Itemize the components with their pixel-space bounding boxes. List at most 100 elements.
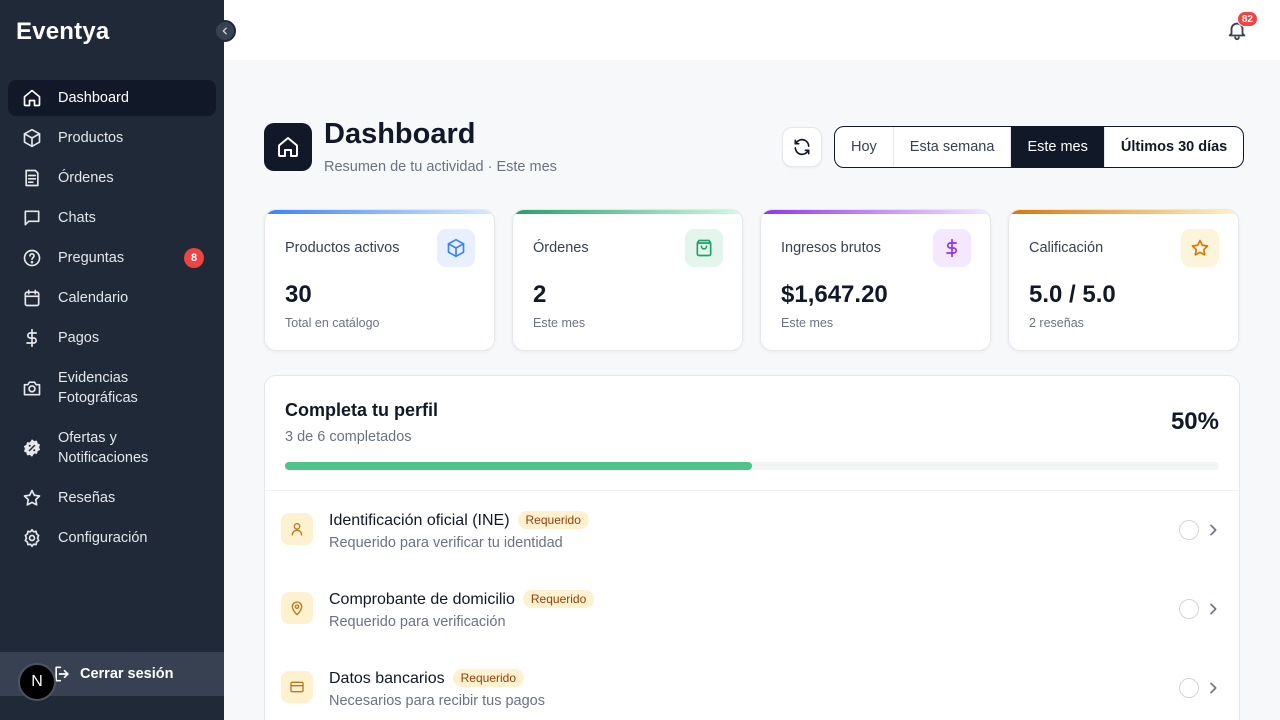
sidebar-item-productos[interactable]: Productos (8, 120, 216, 156)
box-icon (437, 229, 475, 267)
stat-value: 2 (533, 281, 547, 308)
task-title-row: Datos bancarios Requerido (329, 669, 524, 688)
chevron-right-icon (1205, 522, 1221, 538)
chevron-left-icon (222, 27, 227, 35)
chevron-right-icon (1205, 601, 1221, 617)
card-accent-bar (761, 210, 990, 214)
task-description: Requerido para verificación (329, 614, 506, 630)
range-hoy[interactable]: Hoy (835, 127, 894, 167)
stat-label: Ingresos brutos (781, 240, 881, 256)
credit-card-icon (281, 671, 313, 703)
date-range-selector: Hoy Esta semana Este mes Últimos 30 días (834, 126, 1245, 168)
sidebar-item-preguntas[interactable]: Preguntas 8 (8, 240, 216, 276)
required-badge: Requerido (517, 511, 589, 529)
sidebar-item-ofertas[interactable]: Ofertas y Notificaciones (8, 420, 216, 476)
task-title: Identificación oficial (INE) (329, 512, 510, 529)
card-accent-bar (1009, 210, 1238, 214)
stat-label: Órdenes (533, 240, 589, 256)
stat-card-ingresos: Ingresos brutos $1,647.20 Este mes (760, 209, 991, 351)
refresh-button[interactable] (782, 127, 822, 167)
stat-sub: Total en catálogo (285, 316, 380, 330)
sidebar-item-label: Calendario (58, 290, 129, 306)
sidebar-item-chats[interactable]: Chats (8, 200, 216, 236)
dollar-icon (22, 328, 42, 348)
task-domicilio[interactable]: Comprobante de domicilio Requerido Requer… (265, 570, 1239, 649)
range-este-mes[interactable]: Este mes (1011, 127, 1105, 167)
stat-value: $1,647.20 (781, 281, 888, 308)
stat-value: 5.0 / 5.0 (1029, 281, 1116, 308)
map-pin-icon (281, 592, 313, 624)
profile-percent: 50% (1170, 408, 1219, 435)
sidebar-item-label: Pagos (58, 330, 100, 346)
sidebar-item-evidencias[interactable]: Evidencias Fotográficas (8, 360, 216, 416)
page-subtitle: Resumen de tu actividad · Este mes (324, 159, 557, 175)
home-icon (22, 88, 42, 108)
sidebar-item-label: Preguntas (58, 250, 125, 266)
receipt-icon (22, 168, 42, 188)
help-circle-icon (22, 248, 42, 268)
card-accent-bar (265, 210, 494, 214)
sidebar-item-label: Reseñas (58, 490, 116, 506)
sidebar-item-label: Dashboard (58, 90, 129, 106)
home-icon (278, 137, 298, 157)
stat-sub: Este mes (781, 316, 834, 330)
calendar-icon (22, 288, 42, 308)
avatar[interactable]: N (18, 663, 56, 701)
task-status-circle (1179, 599, 1199, 619)
stat-value: 30 (285, 281, 312, 308)
task-title-row: Comprobante de domicilio Requerido (329, 590, 595, 609)
chevron-right-icon (1205, 680, 1221, 696)
sidebar-item-configuracion[interactable]: Configuración (8, 520, 216, 556)
settings-icon (22, 528, 42, 548)
task-title: Datos bancarios (329, 670, 445, 687)
stat-label: Productos activos (285, 240, 400, 256)
sidebar-item-ordenes[interactable]: Órdenes (8, 160, 216, 196)
page-title: Dashboard (324, 118, 476, 150)
sidebar-item-calendario[interactable]: Calendario (8, 280, 216, 316)
box-icon (22, 128, 42, 148)
star-icon (1181, 229, 1219, 267)
camera-icon (22, 378, 42, 398)
task-title-row: Identificación oficial (INE) Requerido (329, 511, 589, 530)
range-ultimos-30-dias[interactable]: Últimos 30 días (1105, 127, 1243, 167)
task-bancarios[interactable]: Datos bancarios Requerido Necesarios para… (265, 649, 1239, 720)
sidebar-item-label: Productos (58, 130, 124, 146)
stat-label: Calificación (1029, 240, 1104, 256)
shopping-bag-icon (685, 229, 723, 267)
topbar: 82 (224, 0, 1280, 60)
sidebar-item-pagos[interactable]: Pagos (8, 320, 216, 356)
stat-card-ordenes: Órdenes 2 Este mes (512, 209, 743, 351)
profile-completion-card: Completa tu perfil 3 de 6 completados 50… (264, 375, 1240, 720)
stat-card-calificacion: Calificación 5.0 / 5.0 2 reseñas (1008, 209, 1239, 351)
task-title: Comprobante de domicilio (329, 591, 515, 608)
sidebar-item-dashboard[interactable]: Dashboard (8, 80, 216, 116)
badge-percent-icon (22, 438, 42, 458)
page-icon (264, 123, 312, 171)
brand-logo: Eventya (16, 18, 110, 45)
required-badge: Requerido (522, 590, 595, 608)
refresh-icon (794, 138, 810, 156)
range-esta-semana[interactable]: Esta semana (894, 127, 1012, 167)
profile-title: Completa tu perfil (285, 400, 439, 420)
profile-progress-fill (285, 462, 752, 470)
sidebar-item-label: Evidencias Fotográficas (58, 370, 138, 406)
card-accent-bar (513, 210, 742, 214)
task-description: Requerido para verificar tu identidad (329, 535, 563, 551)
sidebar-item-resenas[interactable]: Reseñas (8, 480, 216, 516)
dollar-icon (933, 229, 971, 267)
stat-cards: Productos activos 30 Total en catálogo Ó… (264, 209, 1240, 351)
star-icon (22, 488, 42, 508)
sidebar-item-label: Chats (58, 210, 96, 226)
sidebar: Eventya Dashboard Productos Órdenes Chat… (0, 0, 224, 720)
task-status-circle (1179, 520, 1199, 540)
chat-icon (22, 208, 42, 228)
collapse-sidebar-button[interactable] (214, 20, 236, 42)
stat-sub: 2 reseñas (1029, 316, 1084, 330)
sidebar-item-label: Órdenes (58, 170, 114, 186)
logout-label: Cerrar sesión (80, 666, 174, 682)
user-icon (281, 513, 313, 545)
profile-progress-bar (285, 462, 1219, 470)
task-description: Necesarios para recibir tus pagos (329, 693, 545, 709)
notification-count-badge: 82 (1236, 11, 1258, 27)
task-ine[interactable]: Identificación oficial (INE) Requerido Re… (265, 491, 1239, 570)
